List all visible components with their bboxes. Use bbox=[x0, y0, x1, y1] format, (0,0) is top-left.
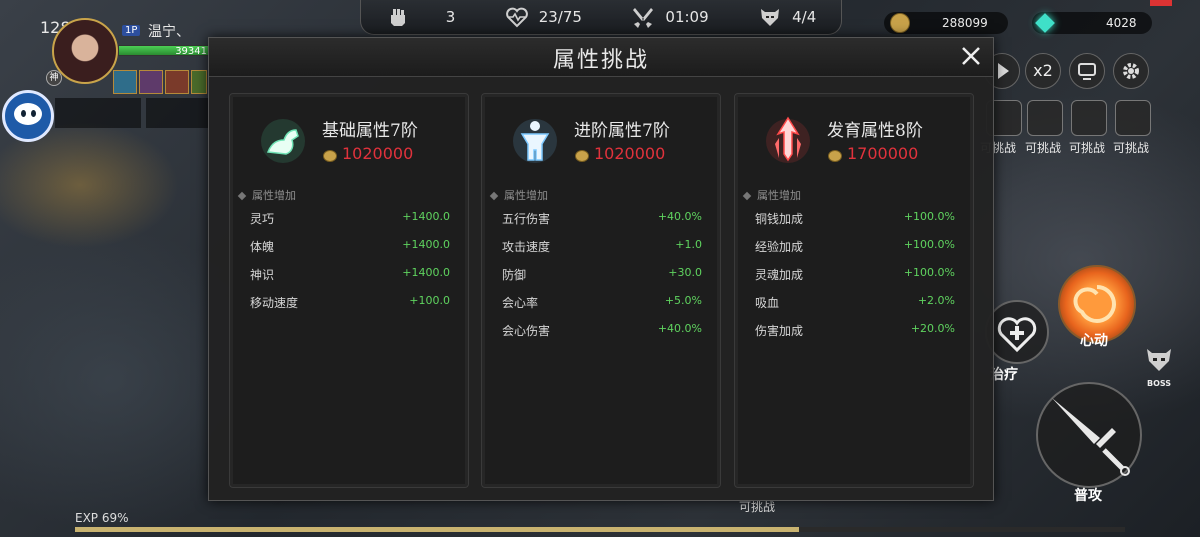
coin-counter: 288099 bbox=[884, 12, 1008, 34]
card-name: 进阶属性7阶 bbox=[574, 121, 670, 141]
companion-bubble-icon[interactable] bbox=[2, 90, 54, 142]
section-title: 属性增加 bbox=[237, 187, 296, 203]
buff-slot-4[interactable] bbox=[191, 70, 207, 94]
player-slot-badge: 1P bbox=[122, 25, 141, 36]
heal-label: 治疗 bbox=[990, 367, 1018, 383]
challenge-slot-3-icon[interactable] bbox=[1071, 100, 1107, 136]
challenge-slot-3-label: 可挑战 bbox=[1069, 141, 1106, 155]
fist-icon bbox=[390, 9, 405, 26]
attribute-row: 灵巧 +1400.0 bbox=[250, 210, 450, 226]
attribute-row: 体魄 +1400.0 bbox=[250, 238, 450, 254]
buff-slot-2[interactable] bbox=[139, 70, 163, 94]
sword-icon bbox=[1052, 398, 1130, 476]
attribute-row: 经验加成 +100.0% bbox=[755, 238, 955, 254]
boss-skull-icon bbox=[1147, 349, 1171, 371]
boss-label: BOSS bbox=[1146, 379, 1172, 388]
attribute-row: 会心伤害 +40.0% bbox=[502, 322, 702, 338]
monitor-icon bbox=[1078, 63, 1096, 80]
timer-stat: 01:09 bbox=[631, 5, 709, 29]
attribute-card-basic[interactable]: 基础属性7阶 1020000 属性增加 灵巧 +1400.0 体魄 +1400.0 … bbox=[229, 93, 469, 488]
player-hp-bar: 39341 bbox=[118, 45, 210, 57]
card-cost: 1020000 bbox=[594, 144, 666, 163]
attribute-card-advanced[interactable]: 进阶属性7阶 1020000 属性增加 五行伤害 +40.0% 攻击速度 +1.0 … bbox=[481, 93, 721, 488]
diamond-icon bbox=[237, 191, 247, 201]
heart-plus-icon bbox=[997, 317, 1037, 353]
challenge-slot-4-icon[interactable] bbox=[1115, 100, 1151, 136]
card-cost: 1020000 bbox=[342, 144, 414, 163]
player-avatar[interactable] bbox=[52, 18, 118, 84]
attribute-challenge-modal: 属性挑战 基础属性7阶 1020000 属性增加 灵巧 +1400.0 体魄 +14… bbox=[208, 37, 994, 501]
gear-icon bbox=[1123, 63, 1139, 79]
close-button[interactable] bbox=[958, 43, 984, 69]
coin-icon bbox=[575, 150, 589, 162]
buff-slot-1[interactable] bbox=[113, 70, 137, 94]
arm-muscle-icon bbox=[256, 114, 310, 168]
card-name: 发育属性8阶 bbox=[827, 121, 923, 141]
basic-attack-button[interactable] bbox=[1036, 382, 1142, 488]
attribute-card-growth[interactable]: 发育属性8阶 1700000 属性增加 铜钱加成 +100.0% 经验加成 +100… bbox=[734, 93, 974, 488]
attribute-row: 五行伤害 +40.0% bbox=[502, 210, 702, 226]
power-stat: 3 bbox=[386, 5, 455, 29]
attribute-row: 攻击速度 +1.0 bbox=[502, 238, 702, 254]
arrow-up-icon bbox=[761, 114, 815, 168]
coin-icon bbox=[828, 150, 842, 162]
coin-icon bbox=[890, 13, 910, 33]
section-title: 属性增加 bbox=[742, 187, 801, 203]
attribute-row: 移动速度 +100.0 bbox=[250, 294, 450, 310]
health-stat: 23/75 bbox=[505, 5, 582, 29]
settings-button[interactable] bbox=[1113, 53, 1149, 89]
boss-button[interactable]: BOSS bbox=[1141, 345, 1177, 388]
attribute-row: 铜钱加成 +100.0% bbox=[755, 210, 955, 226]
crossed-swords-icon bbox=[633, 8, 654, 28]
gem-icon bbox=[1035, 13, 1055, 33]
modal-title: 属性挑战 bbox=[552, 48, 649, 73]
boss-stat: 4/4 bbox=[758, 5, 816, 29]
heartbeat-icon bbox=[505, 7, 528, 28]
close-icon bbox=[962, 47, 980, 65]
class-badge: 神 bbox=[46, 70, 62, 86]
demon-mask-icon bbox=[761, 9, 780, 26]
exp-bar-fill bbox=[75, 527, 799, 532]
card-name: 基础属性7阶 bbox=[322, 121, 418, 141]
buff-slot-3[interactable] bbox=[165, 70, 189, 94]
gem-counter: 4028 bbox=[1032, 12, 1152, 34]
section-title: 属性增加 bbox=[489, 187, 548, 203]
diamond-icon bbox=[489, 191, 499, 201]
body-icon bbox=[508, 114, 562, 168]
heal-button[interactable] bbox=[985, 300, 1049, 364]
card-cost: 1700000 bbox=[847, 144, 919, 163]
challenge-slot-4-label: 可挑战 bbox=[1113, 141, 1150, 155]
coin-icon bbox=[323, 150, 337, 162]
attribute-row: 吸血 +2.0% bbox=[755, 294, 955, 310]
modal-header: 属性挑战 bbox=[209, 38, 993, 77]
quick-tab-2[interactable] bbox=[146, 98, 208, 128]
quick-tab-1[interactable] bbox=[55, 98, 141, 128]
challenge-slot-2-icon[interactable] bbox=[1027, 100, 1063, 136]
speed-button[interactable]: x2 bbox=[1025, 53, 1061, 89]
attribute-row: 防御 +30.0 bbox=[502, 266, 702, 282]
attribute-row: 神识 +1400.0 bbox=[250, 266, 450, 282]
attribute-row: 伤害加成 +20.0% bbox=[755, 322, 955, 338]
display-toggle-button[interactable] bbox=[1069, 53, 1105, 89]
heartbeat-label: 心动 bbox=[1080, 333, 1108, 349]
diamond-icon bbox=[742, 191, 752, 201]
challenge-slot-2-label: 可挑战 bbox=[1025, 141, 1062, 155]
gem-add-notice-icon[interactable] bbox=[1150, 0, 1172, 6]
exp-label: EXP 69% bbox=[75, 511, 129, 525]
attribute-row: 灵魂加成 +100.0% bbox=[755, 266, 955, 282]
top-status-bar: 3 23/75 01:09 4/4 bbox=[360, 0, 842, 35]
basic-attack-label: 普攻 bbox=[1074, 488, 1102, 504]
player-name: 温宁、 bbox=[148, 24, 190, 40]
attribute-row: 会心率 +5.0% bbox=[502, 294, 702, 310]
